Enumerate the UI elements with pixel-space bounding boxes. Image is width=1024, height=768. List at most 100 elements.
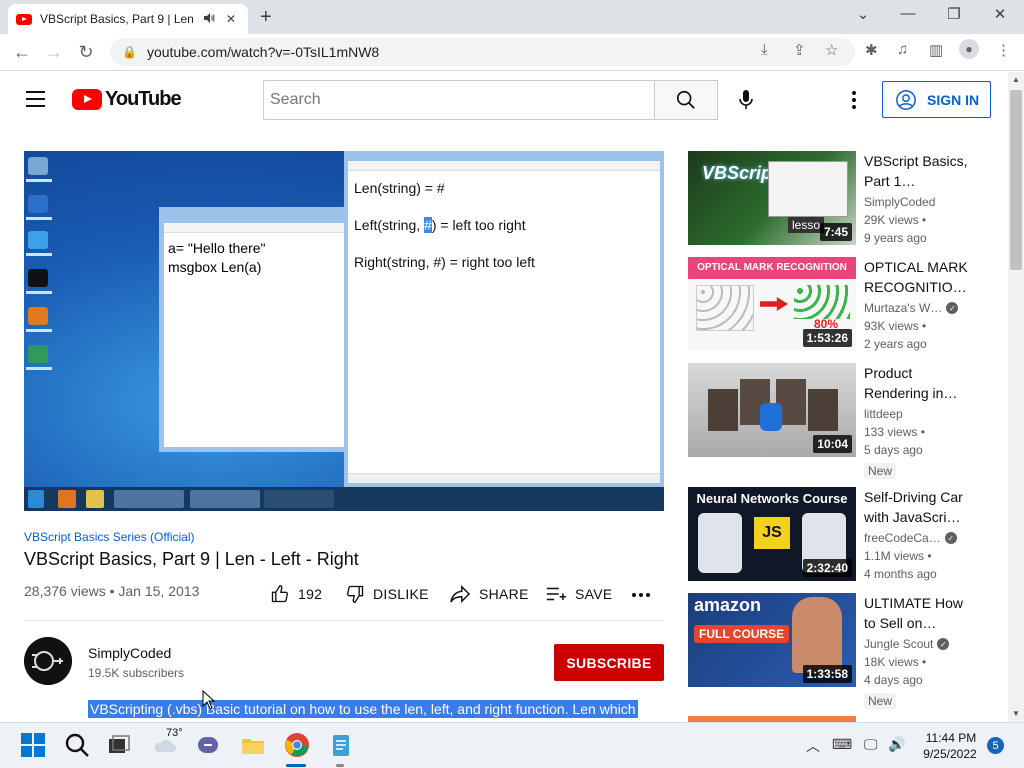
hamburger-menu-icon[interactable]: [26, 91, 46, 107]
bookmark-star-icon[interactable]: ☆: [825, 41, 838, 59]
start-icon[interactable]: [20, 732, 46, 758]
install-app-icon[interactable]: ⤓: [761, 41, 768, 58]
chrome-icon[interactable]: [284, 732, 310, 758]
account-circle-icon: [896, 89, 916, 110]
share-button[interactable]: SHARE: [449, 583, 529, 605]
recommendation-item[interactable]: amazon FULL COURSE 1:33:58 ULTIMATE How …: [688, 593, 978, 709]
recommendation-title: Product Rendering in…: [864, 365, 958, 401]
video-player[interactable]: a= "Hello there" msgbox Len(a) Len(strin…: [24, 151, 664, 511]
thumbnail-text: Neural Networks Course: [696, 491, 848, 506]
browser-menu-icon[interactable]: ⋮: [996, 41, 1011, 59]
search-button[interactable]: [654, 80, 718, 120]
thumbnail-label: lesso: [788, 217, 825, 233]
microphone-icon: [739, 90, 753, 109]
search-input[interactable]: [263, 80, 655, 120]
profile-icon[interactable]: ●: [959, 39, 979, 59]
sign-in-label: SIGN IN: [927, 91, 980, 108]
more-actions-icon[interactable]: [632, 585, 650, 605]
recommendation-views: 93K views •: [864, 319, 927, 333]
thumbnail-screenshot: [768, 161, 848, 217]
thumbs-up-icon: [271, 584, 289, 603]
browser-tab[interactable]: VBScript Basics, Part 9 | Len - Left - R…: [8, 4, 248, 34]
text-selection: #: [424, 217, 432, 233]
subscribe-button[interactable]: SUBSCRIBE: [554, 644, 664, 681]
channel-avatar[interactable]: [24, 637, 72, 685]
show-hidden-icons-icon[interactable]: ︿: [806, 736, 820, 756]
recommendation-channel: SimplyCoded: [864, 195, 936, 209]
thumbnail-text: VBScript: [702, 163, 779, 183]
code-line: Len(string) = #: [354, 180, 445, 196]
video-windows-taskbar: [24, 487, 664, 511]
media-controls-icon[interactable]: ♫: [897, 41, 908, 58]
open-app-indicator: [336, 764, 344, 767]
settings-menu-icon[interactable]: [840, 86, 868, 114]
recommendation-item[interactable]: Neural Networks Course JS 2:32:40 Self-D…: [688, 487, 978, 583]
save-button[interactable]: SAVE: [545, 583, 613, 605]
video-thumbnail: amazon FULL COURSE 1:33:58: [688, 593, 856, 687]
browser-tab-bar: VBScript Basics, Part 9 | Len - Left - R…: [0, 0, 1024, 34]
clock-time[interactable]: 11:44 PM: [921, 731, 981, 745]
recommendation-channel: Jungle Scout ✓: [864, 637, 950, 651]
keyboard-icon[interactable]: ⌨: [832, 736, 852, 753]
taskbar-window: [114, 490, 184, 508]
recommendation-views: 29K views •: [864, 213, 927, 227]
page-scrollbar[interactable]: ▲ ▼: [1008, 72, 1024, 722]
task-view-icon[interactable]: [106, 732, 132, 758]
thumbs-down-icon: [346, 585, 364, 604]
restore-icon[interactable]: ❐: [944, 5, 964, 23]
like-count: 192: [298, 586, 323, 602]
tab-search-icon[interactable]: ⌄: [853, 5, 873, 23]
network-icon[interactable]: 🖵: [864, 736, 878, 753]
recommendation-item[interactable]: OPTICAL MARK RECOGNITION 80% 1:53:26 OPT…: [688, 257, 978, 353]
scroll-down-icon[interactable]: ▼: [1008, 706, 1024, 722]
sign-in-button[interactable]: SIGN IN: [882, 81, 991, 118]
channel-name[interactable]: SimplyCoded: [88, 645, 171, 661]
scroll-up-icon[interactable]: ▲: [1008, 72, 1024, 88]
video-duration: 1:53:26: [802, 329, 852, 347]
search-icon[interactable]: [64, 732, 90, 758]
thumbnail-graphic: [696, 285, 754, 331]
back-icon[interactable]: ←: [10, 42, 34, 63]
recommendation-views: 1.1M views •: [864, 549, 932, 563]
teams-chat-icon[interactable]: [196, 732, 222, 758]
like-button[interactable]: 192: [270, 583, 322, 605]
youtube-logo[interactable]: YouTube: [72, 88, 182, 111]
mouse-cursor-icon: [202, 690, 216, 710]
recommendation-age: 4 months ago: [864, 567, 937, 581]
close-tab-icon[interactable]: ✕: [222, 12, 240, 26]
reload-icon[interactable]: ↻: [74, 42, 98, 63]
forward-icon[interactable]: →: [42, 42, 66, 63]
volume-icon[interactable]: 🔊: [888, 736, 905, 753]
notepad-window-small: a= "Hello there" msgbox Len(a): [159, 207, 369, 452]
scroll-thumb[interactable]: [1010, 90, 1022, 270]
notepad-icon[interactable]: [328, 732, 354, 758]
extensions-icon[interactable]: ✱: [865, 41, 878, 59]
audio-playing-icon[interactable]: [200, 12, 218, 27]
desktop-icon-label: [26, 367, 52, 370]
video-description[interactable]: VBScripting (.vbs) Basic tutorial on how…: [88, 700, 638, 718]
code-line: Left(string, #) = left too right: [354, 217, 526, 233]
recycle-bin-icon: [28, 157, 48, 175]
file-explorer-icon[interactable]: [240, 732, 266, 758]
new-tab-button[interactable]: +: [260, 6, 272, 29]
recommendation-item[interactable]: VBScript lesso 7:45 VBScript Basics, Par…: [688, 151, 978, 247]
youtube-favicon-icon: [16, 13, 32, 25]
notification-badge[interactable]: 5: [987, 737, 1004, 754]
minimize-icon[interactable]: —: [898, 5, 918, 22]
code-line: a= "Hello there": [168, 240, 266, 256]
desktop-icon-label: [26, 329, 52, 332]
video-duration: 7:45: [819, 223, 852, 241]
series-link[interactable]: VBScript Basics Series (Official): [24, 530, 195, 544]
recommendation-item[interactable]: 10:04 Product Rendering in… littdeep 133…: [688, 363, 978, 479]
dislike-button[interactable]: DISLIKE: [345, 583, 429, 605]
share-page-icon[interactable]: ⇪: [793, 41, 806, 59]
taskbar-window: [190, 490, 260, 508]
recommendation-views: 18K views •: [864, 655, 927, 669]
close-window-icon[interactable]: ✕: [990, 5, 1010, 23]
clock-date[interactable]: 9/25/2022: [915, 747, 985, 761]
voice-search-button[interactable]: [728, 82, 764, 118]
address-bar[interactable]: 🔒 youtube.com/watch?v=-0TsIL1mNW8: [110, 38, 855, 66]
notepad-window-large: Len(string) = # Left(string, #) = left t…: [344, 151, 664, 487]
side-panel-icon[interactable]: ▥: [929, 41, 943, 59]
speaker-graphic: [708, 389, 738, 431]
